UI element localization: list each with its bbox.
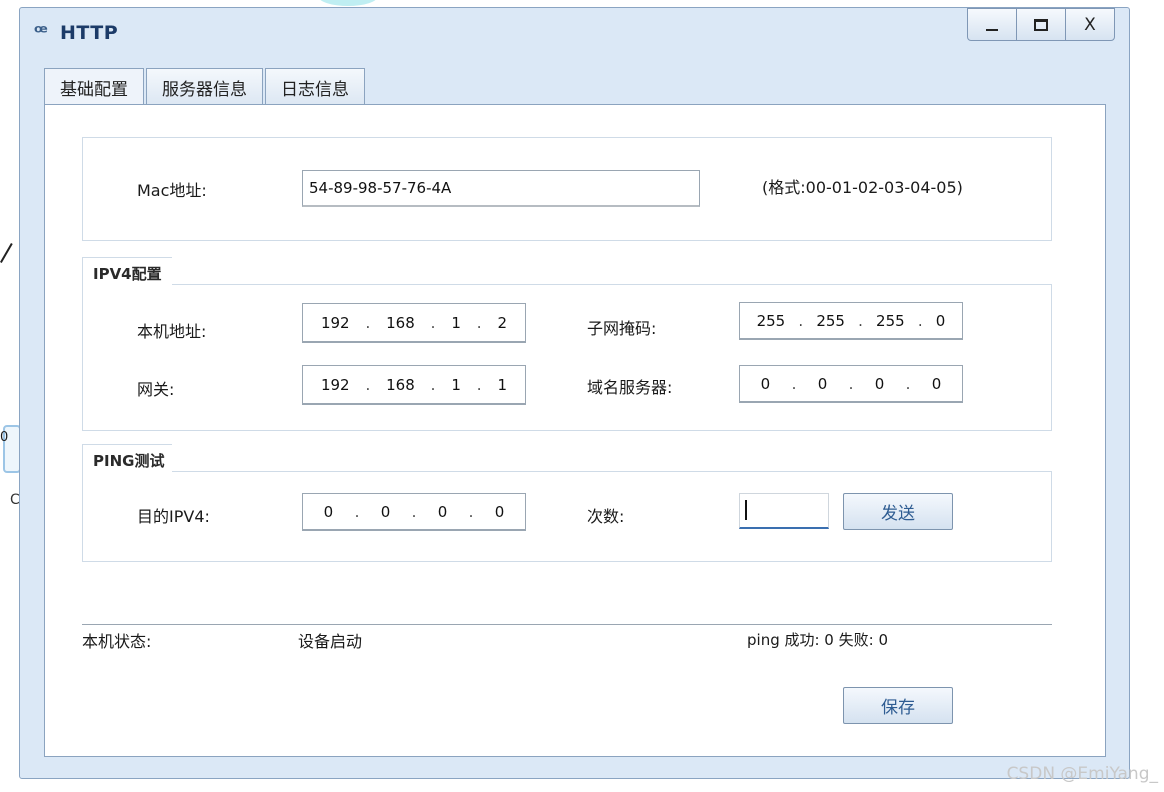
dest-ip-input[interactable]: 0. 0. 0. 0 xyxy=(302,493,526,531)
subnet-mask-label: 子网掩码: xyxy=(587,319,657,338)
background-node-arc xyxy=(318,0,378,6)
ip-octet: 0 xyxy=(817,374,828,393)
http-config-window: ꟹ HTTP X 基础配置 服务器信息 日志信息 Mac地址: 54-89-98… xyxy=(19,7,1130,779)
ip-octet: 1 xyxy=(451,375,461,394)
local-ip-input[interactable]: 192. 168. 1. 2 xyxy=(302,303,526,343)
basic-config-panel: Mac地址: 54-89-98-57-76-4A (格式:00-01-02-03… xyxy=(44,104,1106,757)
tab-basic-config[interactable]: 基础配置 xyxy=(44,68,144,105)
close-button[interactable]: X xyxy=(1065,8,1115,41)
tab-server-info[interactable]: 服务器信息 xyxy=(146,68,263,105)
ip-octet: 2 xyxy=(497,313,507,332)
send-button[interactable]: 发送 xyxy=(843,493,953,530)
ping-result: ping 成功: 0 失败: 0 xyxy=(747,631,888,649)
ip-octet: 255 xyxy=(816,311,845,330)
dns-label: 域名服务器: xyxy=(587,378,673,397)
ip-octet: 0 xyxy=(380,502,391,521)
app-icon: ꟹ xyxy=(34,20,48,44)
ip-octet: 192 xyxy=(320,313,350,332)
ip-octet: 1 xyxy=(497,375,507,394)
tab-bar: 基础配置 服务器信息 日志信息 xyxy=(44,68,367,105)
ping-count-input[interactable] xyxy=(739,493,829,529)
ping-legend: PING测试 xyxy=(93,451,165,470)
minimize-button[interactable] xyxy=(967,8,1017,41)
ping-section: 目的IPV4: 0. 0. 0. 0 次数: 发送 xyxy=(82,471,1052,562)
status-label: 本机状态: xyxy=(82,632,152,651)
ip-octet: 168 xyxy=(386,313,415,332)
ip-octet: 0 xyxy=(931,374,942,393)
status-value: 设备启动 xyxy=(298,632,363,651)
mac-input[interactable]: 54-89-98-57-76-4A xyxy=(302,170,700,207)
ip-octet: 1 xyxy=(451,313,461,332)
minimize-icon xyxy=(986,28,998,31)
maximize-icon xyxy=(1034,18,1048,31)
ip-octet: 192 xyxy=(320,375,350,394)
ip-dot: . xyxy=(791,374,797,393)
background-label-0: 0 xyxy=(0,430,9,445)
ip-dot: . xyxy=(411,502,417,521)
ip-dot: . xyxy=(430,313,436,332)
title-bar[interactable]: ꟹ HTTP X xyxy=(20,8,1129,52)
ip-dot: . xyxy=(354,502,360,521)
gateway-label: 网关: xyxy=(137,380,175,399)
dns-input[interactable]: 0. 0. 0. 0 xyxy=(739,365,963,403)
ping-count-label: 次数: xyxy=(587,507,625,526)
ip-octet: 0 xyxy=(874,374,885,393)
maximize-button[interactable] xyxy=(1016,8,1066,41)
close-icon: X xyxy=(1084,14,1096,35)
mac-label: Mac地址: xyxy=(137,181,207,200)
ip-octet: 255 xyxy=(876,311,905,330)
ip-dot: . xyxy=(365,375,371,394)
ip-octet: 0 xyxy=(760,374,771,393)
ip-dot: . xyxy=(905,374,911,393)
ip-dot: . xyxy=(858,311,863,330)
ip-octet: 255 xyxy=(756,311,786,330)
ip-dot: . xyxy=(848,374,854,393)
mac-format-hint: (格式:00-01-02-03-04-05) xyxy=(762,178,963,197)
window-title: HTTP xyxy=(60,22,119,44)
background-link-line xyxy=(0,242,13,263)
ipv4-section: 本机地址: 192. 168. 1. 2 子网掩码: 255. 255. 255… xyxy=(82,284,1052,431)
save-button[interactable]: 保存 xyxy=(843,687,953,724)
dest-ip-label: 目的IPV4: xyxy=(137,507,210,526)
ip-dot: . xyxy=(798,311,804,330)
ip-dot: . xyxy=(430,375,436,394)
local-ip-label: 本机地址: xyxy=(137,322,207,341)
tab-log-info[interactable]: 日志信息 xyxy=(265,68,365,105)
mac-section: Mac地址: 54-89-98-57-76-4A (格式:00-01-02-03… xyxy=(82,137,1052,241)
ip-octet: 168 xyxy=(386,375,415,394)
text-caret xyxy=(745,500,747,520)
watermark: CSDN @EmiYang_ xyxy=(1006,764,1158,784)
gateway-input[interactable]: 192. 168. 1. 1 xyxy=(302,365,526,405)
ip-dot: . xyxy=(917,311,923,330)
ip-octet: 0 xyxy=(323,502,334,521)
subnet-mask-input[interactable]: 255. 255. 255. 0 xyxy=(739,302,963,340)
ip-octet: 0 xyxy=(437,502,448,521)
ipv4-legend: IPV4配置 xyxy=(93,264,162,283)
ip-dot: . xyxy=(365,313,371,332)
ip-octet: 0 xyxy=(935,311,946,330)
window-controls: X xyxy=(967,8,1115,41)
ip-dot: . xyxy=(476,375,482,394)
ip-dot: . xyxy=(468,502,474,521)
ip-octet: 0 xyxy=(494,502,505,521)
ip-dot: . xyxy=(476,313,482,332)
status-separator xyxy=(82,624,1052,625)
